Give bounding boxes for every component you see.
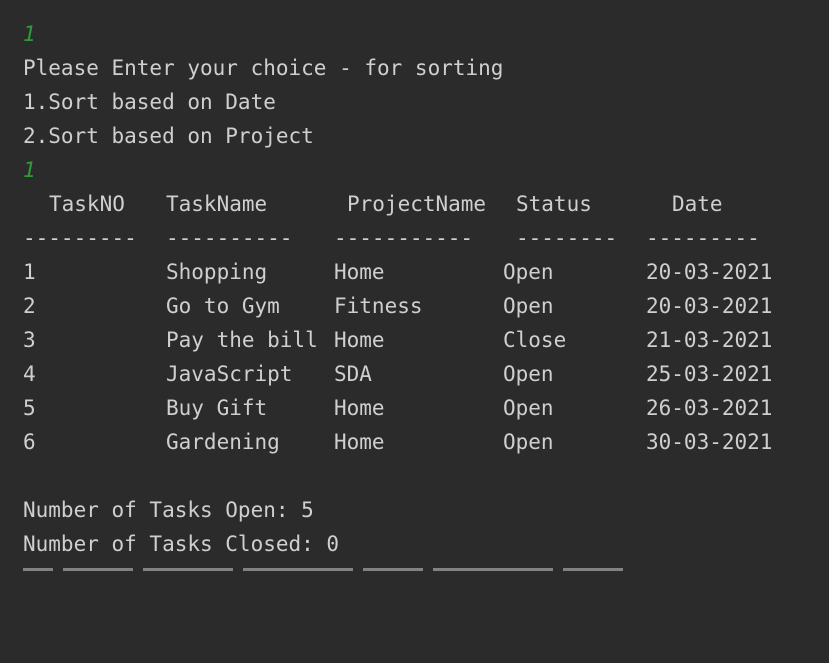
closed-tasks-count: Number of Tasks Closed: 0 bbox=[23, 532, 340, 556]
cell-status: Close bbox=[503, 328, 567, 352]
table-row: 3 Pay the bill Home Close 21-03-2021 bbox=[0, 323, 829, 357]
cell-taskno: 2 bbox=[23, 294, 36, 318]
cell-taskno: 3 bbox=[23, 328, 36, 352]
cell-projectname: Home bbox=[334, 430, 385, 454]
open-tasks-count: Number of Tasks Open: 5 bbox=[23, 498, 314, 522]
cell-taskno: 6 bbox=[23, 430, 36, 454]
cell-taskno: 4 bbox=[23, 362, 36, 386]
column-header-taskname: TaskName bbox=[166, 192, 268, 216]
console-output[interactable]: 1 Please Enter your choice - for sorting… bbox=[0, 0, 829, 571]
cell-taskname: Pay the bill bbox=[166, 328, 318, 352]
cell-projectname: Home bbox=[334, 260, 385, 284]
cell-taskno: 5 bbox=[23, 396, 36, 420]
separator: --------- bbox=[646, 226, 760, 250]
user-input-line: 1 bbox=[23, 158, 36, 182]
cell-date: 25-03-2021 bbox=[646, 362, 773, 386]
separator: -------- bbox=[516, 226, 618, 250]
cell-taskname: Go to Gym bbox=[166, 294, 280, 318]
column-header-taskno: TaskNO bbox=[49, 192, 125, 216]
separator: ---------- bbox=[166, 226, 293, 250]
cell-projectname: Home bbox=[334, 328, 385, 352]
cell-taskname: Buy Gift bbox=[166, 396, 268, 420]
table-separator-row: --------- ---------- ----------- -------… bbox=[0, 221, 829, 255]
cell-date: 20-03-2021 bbox=[646, 260, 773, 284]
cell-status: Open bbox=[503, 396, 554, 420]
separator: ----------- bbox=[334, 226, 474, 250]
cell-date: 30-03-2021 bbox=[646, 430, 773, 454]
sort-prompt: Please Enter your choice - for sorting bbox=[23, 56, 504, 80]
user-input-line: 1 bbox=[23, 22, 36, 46]
sort-option-project: 2.Sort based on Project bbox=[23, 124, 314, 148]
cell-taskname: JavaScript bbox=[166, 362, 293, 386]
cell-status: Open bbox=[503, 294, 554, 318]
column-header-date: Date bbox=[672, 192, 723, 216]
column-header-projectname: ProjectName bbox=[347, 192, 487, 216]
table-row: 5 Buy Gift Home Open 26-03-2021 bbox=[0, 391, 829, 425]
column-header-status: Status bbox=[516, 192, 592, 216]
cell-date: 26-03-2021 bbox=[646, 396, 773, 420]
cell-taskno: 1 bbox=[23, 260, 36, 284]
sort-option-date: 1.Sort based on Date bbox=[23, 90, 276, 114]
cell-status: Open bbox=[503, 362, 554, 386]
cell-projectname: Home bbox=[334, 396, 385, 420]
separator: --------- bbox=[23, 226, 137, 250]
table-row: 6 Gardening Home Open 30-03-2021 bbox=[0, 425, 829, 459]
cell-taskname: Gardening bbox=[166, 430, 280, 454]
table-row: 1 Shopping Home Open 20-03-2021 bbox=[0, 255, 829, 289]
cell-status: Open bbox=[503, 260, 554, 284]
table-row: 2 Go to Gym Fitness Open 20-03-2021 bbox=[0, 289, 829, 323]
table-header-row: TaskNO TaskName ProjectName Status Date bbox=[0, 187, 829, 221]
cell-date: 20-03-2021 bbox=[646, 294, 773, 318]
cut-off-output-line bbox=[23, 562, 633, 574]
table-row: 4 JavaScript SDA Open 25-03-2021 bbox=[0, 357, 829, 391]
cell-date: 21-03-2021 bbox=[646, 328, 773, 352]
cell-projectname: SDA bbox=[334, 362, 372, 386]
cell-status: Open bbox=[503, 430, 554, 454]
cell-taskname: Shopping bbox=[166, 260, 268, 284]
cell-projectname: Fitness bbox=[334, 294, 423, 318]
